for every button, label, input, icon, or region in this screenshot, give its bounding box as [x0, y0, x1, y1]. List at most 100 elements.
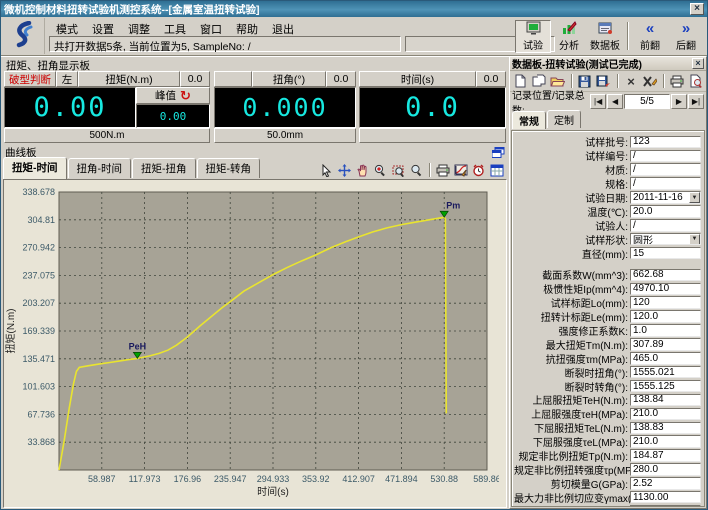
field-label: 温度(℃): — [514, 204, 630, 219]
record-prev-button[interactable]: ◀ — [607, 94, 623, 109]
field-input[interactable]: 0 — [630, 505, 701, 507]
print-icon[interactable] — [434, 162, 451, 178]
menu-item-3[interactable]: 工具 — [157, 19, 193, 35]
field-input[interactable]: 20.0 — [630, 205, 701, 218]
x-tick-label: 589.86 — [473, 474, 499, 484]
menu-item-4[interactable]: 窗口 — [193, 19, 229, 35]
field-input[interactable]: 138.83 — [630, 422, 701, 435]
menu-item-5[interactable]: 帮助 — [229, 19, 265, 35]
field-input[interactable]: 210.0 — [630, 408, 701, 421]
data-view-icon[interactable] — [488, 162, 505, 178]
peak-header[interactable]: 峰值 ↻ — [136, 87, 210, 104]
next-button[interactable]: »后翻 — [668, 20, 704, 53]
field-label: 下屈服扭矩TeL(N.m): — [514, 420, 630, 435]
field-input[interactable]: 280.0 — [630, 463, 701, 476]
field-label: 规定非比例扭转强度τp(MPa): — [514, 462, 630, 477]
field-input[interactable]: 1130.00 — [630, 491, 701, 504]
data-tab-1[interactable]: 定制 — [547, 110, 581, 128]
test-monitor-icon — [526, 21, 541, 36]
panel-restore-icon[interactable] — [492, 147, 505, 158]
peak-lcd-value: 0.00 — [136, 104, 210, 128]
field-input[interactable]: / — [630, 177, 701, 190]
field-input[interactable]: 15 — [630, 247, 701, 260]
field-input[interactable]: 4970.10 — [630, 283, 701, 296]
break-judge-button[interactable]: 破型判断 — [4, 71, 56, 87]
field-label: 自定义项目1: — [514, 504, 630, 507]
field-input[interactable]: 138.84 — [630, 394, 701, 407]
field-value: 210.0 — [633, 436, 658, 447]
left-direction-button[interactable]: 左 — [56, 71, 78, 87]
chevron-down-icon[interactable]: ▼ — [689, 192, 700, 203]
delete-icon[interactable]: × — [623, 72, 640, 90]
move-icon[interactable] — [336, 162, 353, 178]
record-next-button[interactable]: ▶ — [671, 94, 687, 109]
field-label: 上屈服强度τeH(MPa): — [514, 406, 630, 421]
chevron-down-icon[interactable]: ▼ — [689, 234, 700, 245]
field-row: 下屈服强度τeL(MPa):210.0 — [514, 435, 701, 449]
data-panel-close-icon[interactable]: × — [692, 58, 704, 69]
clear-icon[interactable] — [641, 72, 658, 90]
zoom-window-icon[interactable] — [390, 162, 407, 178]
field-value: 307.89 — [633, 339, 664, 350]
analyze-button[interactable]: 分析 — [551, 20, 587, 53]
y-tick-label: 33.868 — [27, 437, 55, 447]
zoom-in-icon[interactable] — [372, 162, 389, 178]
field-input[interactable]: 120.0 — [630, 310, 701, 323]
curve-tabbar: 扭矩-时间扭角-时间扭矩-扭角扭矩-转角 — [3, 159, 507, 178]
field-input[interactable]: 662.68 — [630, 269, 701, 282]
y-axis-label: 扭矩(N.m) — [4, 309, 17, 354]
record-first-button[interactable]: |◀ — [590, 94, 606, 109]
data-panel: 数据板-扭转试验(测试已完成) × × 记录位置/记录总数: |◀ ◀ 5/5 … — [509, 56, 707, 509]
menu-item-1[interactable]: 设置 — [85, 19, 121, 35]
prev-button[interactable]: «前翻 — [632, 20, 668, 53]
field-row: 断裂时转角(°):1555.125 — [514, 379, 701, 393]
field-input[interactable]: / — [630, 163, 701, 176]
data-board-icon — [598, 21, 613, 36]
field-select[interactable]: 圆形▼ — [630, 233, 701, 246]
field-input[interactable]: 210.0 — [630, 435, 701, 448]
data-toolbar-separator — [663, 74, 664, 88]
field-input[interactable]: / — [630, 150, 701, 163]
cursor-icon[interactable] — [318, 162, 335, 178]
preview-icon[interactable] — [687, 72, 704, 90]
save-as-icon[interactable] — [595, 72, 612, 90]
curve-tab-0[interactable]: 扭矩-时间 — [3, 157, 67, 179]
field-input[interactable]: 1.0 — [630, 324, 701, 337]
data-tab-0[interactable]: 常规 — [512, 111, 546, 129]
record-last-button[interactable]: ▶| — [688, 94, 704, 109]
field-label: 材质: — [514, 162, 630, 177]
field-label: 试样编号: — [514, 148, 630, 163]
field-input[interactable]: 184.87 — [630, 449, 701, 462]
field-row: 极惯性矩Ip(mm^4):4970.10 — [514, 282, 701, 296]
field-input[interactable]: 1555.021 — [630, 366, 701, 379]
menu-item-6[interactable]: 退出 — [265, 19, 301, 35]
test-button[interactable]: 试验 — [515, 20, 551, 53]
field-input[interactable]: 1555.125 — [630, 380, 701, 393]
y-tick-label: 338.678 — [22, 187, 55, 197]
field-input[interactable]: 123 — [630, 136, 701, 149]
y-tick-label: 304.81 — [27, 215, 55, 225]
field-input[interactable]: 2.52 — [630, 477, 701, 490]
peak-reset-icon[interactable]: ↻ — [180, 90, 191, 101]
field-select[interactable]: 2011-11-16▼ — [630, 191, 701, 204]
curve-tab-2[interactable]: 扭矩-扭角 — [132, 158, 196, 178]
timer-icon[interactable] — [470, 162, 487, 178]
field-input[interactable]: / — [630, 219, 701, 232]
curve-tab-1[interactable]: 扭角-时间 — [68, 158, 132, 178]
menu-item-0[interactable]: 模式 — [49, 19, 85, 35]
field-value: 280.0 — [633, 464, 658, 475]
field-input[interactable]: 465.0 — [630, 352, 701, 365]
menu-item-2[interactable]: 调整 — [121, 19, 157, 35]
field-input[interactable]: 120 — [630, 296, 701, 309]
chart-container[interactable]: 58.987117.973176.96235.947294.933353.924… — [3, 179, 507, 508]
field-input[interactable]: 307.89 — [630, 338, 701, 351]
close-icon[interactable]: × — [690, 3, 704, 15]
print-icon[interactable] — [669, 72, 686, 90]
curve-options-icon[interactable] — [452, 162, 469, 178]
curve-tab-3[interactable]: 扭矩-转角 — [197, 158, 261, 178]
databoard-button[interactable]: 数据板 — [587, 20, 623, 53]
field-value: / — [633, 220, 636, 231]
hand-icon[interactable] — [354, 162, 371, 178]
zoom-out-icon[interactable] — [408, 162, 425, 178]
prev-icon: « — [646, 21, 654, 36]
